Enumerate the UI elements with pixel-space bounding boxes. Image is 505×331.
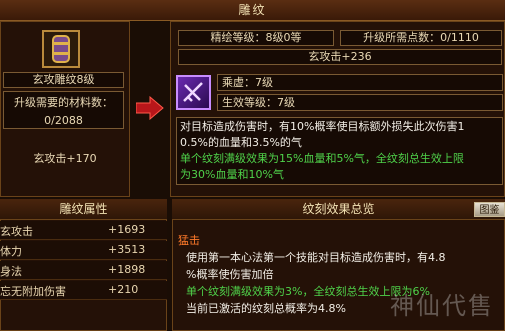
refine-level: 精绘等级：8级0等 <box>210 31 302 44</box>
prop-row: 身法 +1898 <box>0 261 167 280</box>
bracer-icon <box>52 35 70 63</box>
prop-value: +1898 <box>108 263 146 276</box>
materials-title: 升级需要的材料数： <box>14 96 113 109</box>
attr-line-box: 玄攻击+236 <box>178 49 502 65</box>
item-name: 玄攻雕纹8级 <box>32 73 95 86</box>
prop-row: 玄攻击 +1693 <box>0 221 167 240</box>
upgrade-points: 升级所需点数：0/1110 <box>363 31 479 44</box>
skill-icon-slot[interactable] <box>176 75 211 110</box>
prop-value: +1693 <box>108 223 146 236</box>
left-attr-bonus: 玄攻击+170 <box>33 152 97 165</box>
prop-value: +3513 <box>108 243 146 256</box>
prop-value: +210 <box>108 283 139 296</box>
overview-skill: 猛击 <box>178 234 200 247</box>
prop-name: 体力 <box>0 245 22 258</box>
refine-level-box: 精绘等级：8级0等 <box>178 30 334 46</box>
prop-row: 体力 +3513 <box>0 241 167 260</box>
prop-name: 身法 <box>0 265 22 278</box>
prop-name: 忘无附加伤害 <box>0 285 66 298</box>
overview-title: 纹刻效果总览 <box>172 199 505 220</box>
arrow-right-icon <box>136 96 164 120</box>
effect-level-box: 生效等级：7级 <box>217 94 503 111</box>
attr-line: 玄攻击+236 <box>308 50 372 63</box>
materials-box: 升级需要的材料数： 0/2088 <box>3 91 124 129</box>
watermark: 神仙代售 <box>390 292 494 320</box>
codex-button[interactable]: 图鉴 <box>474 202 505 217</box>
skill-icon <box>183 82 203 102</box>
rune-item-slot[interactable] <box>42 30 80 68</box>
overview-line-1: 使用第一本心法第一个技能对目标造成伤害时，有4.8 <box>186 251 446 264</box>
prop-name: 玄攻击 <box>0 225 33 238</box>
prop-row: 忘无附加伤害 +210 <box>0 281 167 300</box>
desc-line-3: 单个纹刻满级效果为15%血量和5%气，全纹刻总生效上限 <box>180 152 464 165</box>
skill-name: 乘虚：7级 <box>222 76 273 89</box>
materials-value: 0/2088 <box>44 114 83 127</box>
item-name-box: 玄攻雕纹8级 <box>3 72 124 88</box>
overview-line-2: %概率使伤害加倍 <box>186 268 274 281</box>
description-box: 对目标造成伤害时，有10%概率使目标额外损失此次伤害1 0.5%的血量和3.5%… <box>176 117 503 185</box>
desc-line-2: 0.5%的血量和3.5%的气 <box>180 136 302 149</box>
desc-line-4: 为30%血量和10%气 <box>180 168 284 181</box>
desc-line-1: 对目标造成伤害时，有10%概率使目标额外损失此次伤害1 <box>180 120 465 133</box>
effect-level: 生效等级：7级 <box>222 96 295 109</box>
skill-name-box: 乘虚：7级 <box>217 74 503 91</box>
window-title: 雕纹 <box>0 0 505 21</box>
props-title: 雕纹属性 <box>0 199 167 220</box>
upgrade-points-box: 升级所需点数：0/1110 <box>340 30 502 46</box>
